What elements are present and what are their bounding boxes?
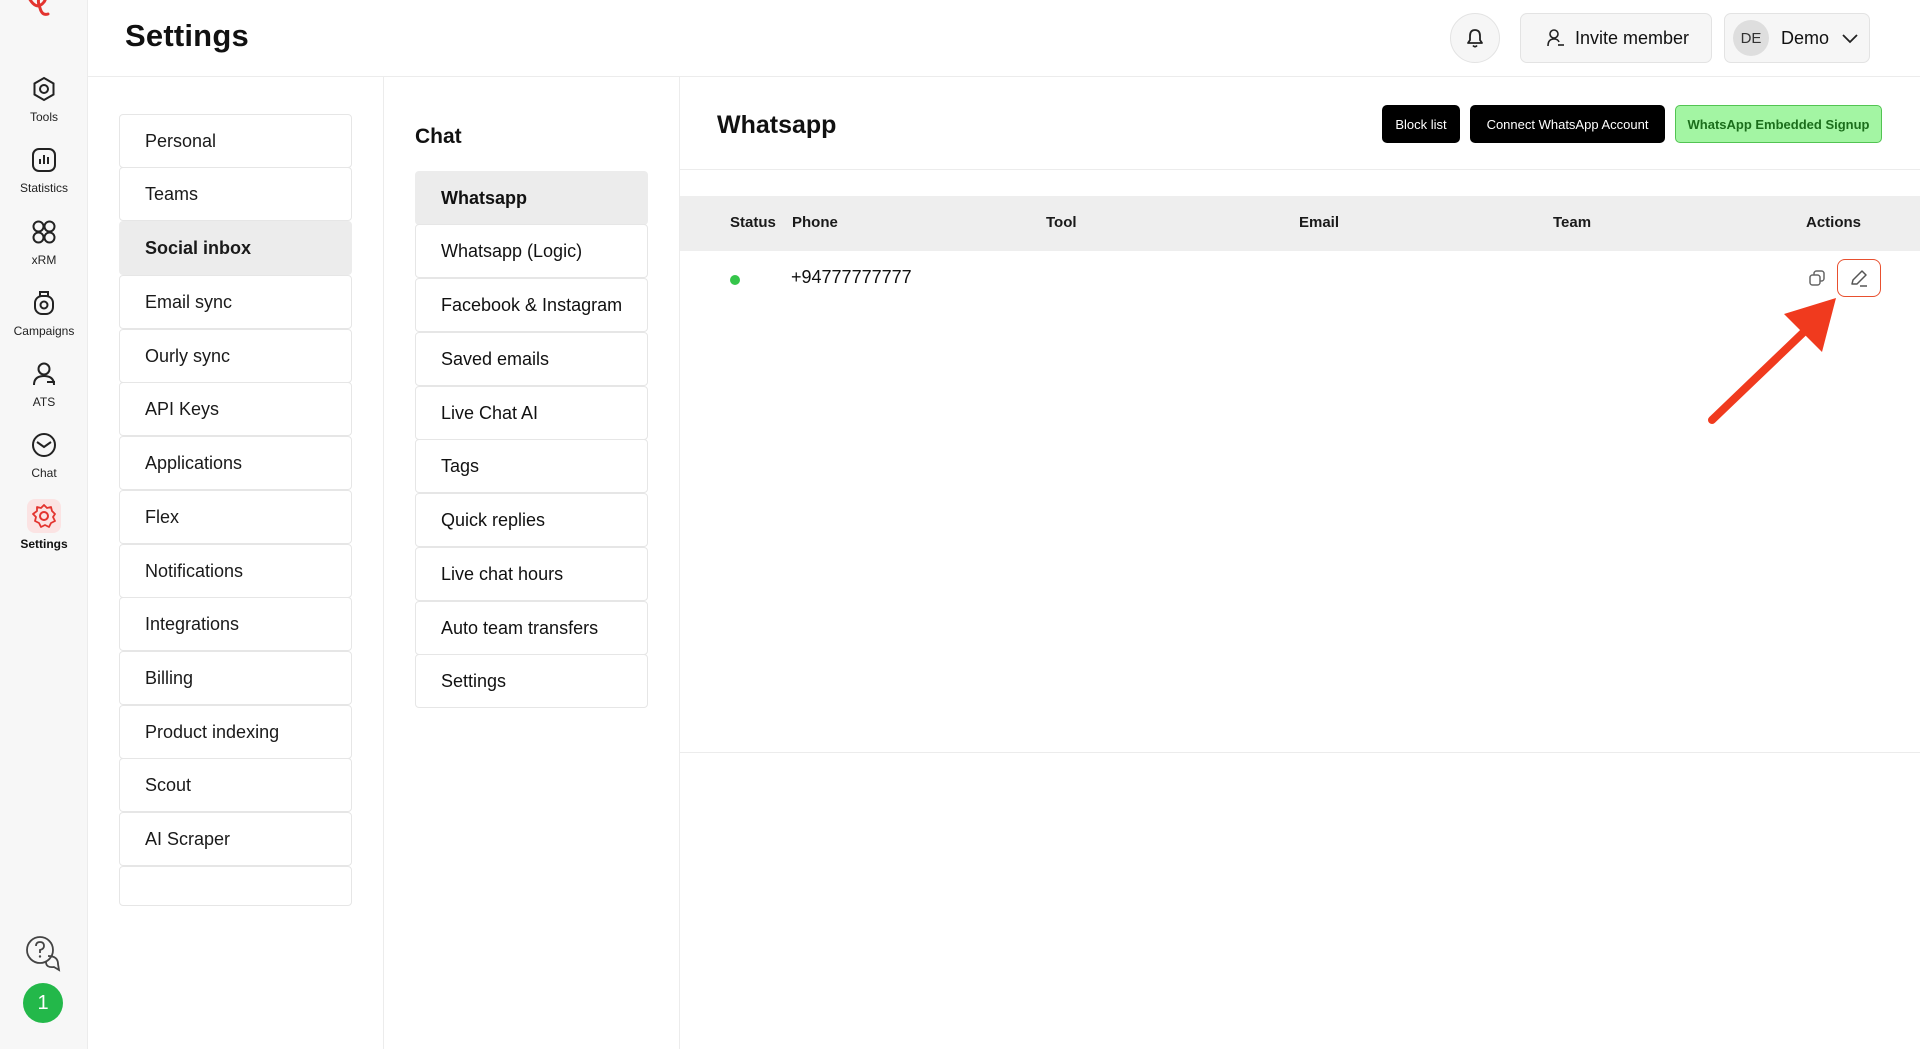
connect-whatsapp-button[interactable]: Connect WhatsApp Account xyxy=(1470,105,1665,143)
submenu-settings[interactable]: Settings xyxy=(415,654,648,708)
settings-nav-integrations[interactable]: Integrations xyxy=(119,597,352,651)
copy-icon xyxy=(1809,270,1825,286)
pencil-icon xyxy=(1851,270,1867,287)
rail-label: ATS xyxy=(32,395,56,409)
rail-item-settings[interactable]: Settings xyxy=(0,499,88,559)
settings-nav-more[interactable] xyxy=(119,866,352,906)
rail-label: Chat xyxy=(31,466,57,480)
logo-icon xyxy=(28,0,50,16)
settings-nav-scout[interactable]: Scout xyxy=(119,758,352,812)
table-header: Status Phone Tool Email Team Actions xyxy=(680,196,1920,251)
settings-nav-product-indexing[interactable]: Product indexing xyxy=(119,705,352,759)
user-menu-button[interactable]: DE Demo xyxy=(1724,13,1870,63)
campaigns-icon xyxy=(27,286,61,320)
settings-nav-social-inbox[interactable]: Social inbox xyxy=(119,221,352,275)
settings-nav-teams[interactable]: Teams xyxy=(119,167,352,221)
phone-cell: +94777777777 xyxy=(791,267,912,287)
column-header-tool: Tool xyxy=(1046,214,1077,231)
chat-icon xyxy=(27,428,61,462)
settings-nav-flex[interactable]: Flex xyxy=(119,490,352,544)
rail-item-xrm[interactable]: xRM xyxy=(0,215,88,275)
statistics-icon xyxy=(27,143,61,177)
settings-nav-ourly-sync[interactable]: Ourly sync xyxy=(119,329,352,383)
column-header-phone: Phone xyxy=(792,214,838,231)
xrm-icon xyxy=(27,215,61,249)
top-header: Settings Invite member DE Demo xyxy=(88,0,1920,77)
invite-member-button[interactable]: Invite member xyxy=(1520,13,1712,63)
whatsapp-panel: Whatsapp Block list Connect WhatsApp Acc… xyxy=(680,77,1920,753)
submenu-whatsapp-logic[interactable]: Whatsapp (Logic) xyxy=(415,224,648,278)
settings-nav-api-keys[interactable]: API Keys xyxy=(119,382,352,436)
submenu-heading: Chat xyxy=(415,125,462,148)
column-header-actions: Actions xyxy=(1806,214,1862,231)
rail-item-ats[interactable]: ATS xyxy=(0,357,88,417)
table-row: +94777777777 xyxy=(680,251,1920,305)
rail-label: Campaigns xyxy=(13,324,75,338)
settings-nav-notifications[interactable]: Notifications xyxy=(119,544,352,598)
submenu-auto-team-transfers[interactable]: Auto team transfers xyxy=(415,601,648,655)
divider xyxy=(680,169,1920,170)
user-add-icon xyxy=(1547,29,1564,47)
submenu-live-chat-ai[interactable]: Live Chat AI xyxy=(415,386,648,440)
whatsapp-embedded-signup-button[interactable]: WhatsApp Embedded Signup xyxy=(1675,105,1882,143)
column-header-status: Status xyxy=(730,214,776,231)
submenu-live-chat-hours[interactable]: Live chat hours xyxy=(415,547,648,601)
chat-submenu: Chat Whatsapp Whatsapp (Logic) Facebook … xyxy=(384,77,680,1049)
tools-icon xyxy=(27,72,61,106)
invite-label: Invite member xyxy=(1575,27,1690,48)
column-header-email: Email xyxy=(1299,214,1340,231)
rail-label: Statistics xyxy=(19,181,68,195)
panel-title: Whatsapp xyxy=(717,111,837,139)
rail-label: Settings xyxy=(20,537,68,551)
settings-nav-ai-scraper[interactable]: AI Scraper xyxy=(119,812,352,866)
user-avatar-badge[interactable]: 1 xyxy=(23,983,63,1023)
settings-nav-email-sync[interactable]: Email sync xyxy=(119,275,352,329)
submenu-quick-replies[interactable]: Quick replies xyxy=(415,493,648,547)
settings-nav-applications[interactable]: Applications xyxy=(119,436,352,490)
block-list-button[interactable]: Block list xyxy=(1382,105,1460,143)
rail-label: Tools xyxy=(29,110,58,124)
left-rail: Tools Statistics xRM Campaigns ATS Chat xyxy=(0,0,88,1049)
column-header-team: Team xyxy=(1553,214,1592,231)
settings-nav-personal[interactable]: Personal xyxy=(119,114,352,168)
submenu-facebook-instagram[interactable]: Facebook & Instagram xyxy=(415,278,648,332)
rail-label: xRM xyxy=(31,253,57,267)
submenu-saved-emails[interactable]: Saved emails xyxy=(415,332,648,386)
submenu-whatsapp[interactable]: Whatsapp xyxy=(415,171,648,225)
rail-item-chat[interactable]: Chat xyxy=(0,428,88,488)
copy-button[interactable] xyxy=(1804,265,1830,291)
edit-button[interactable] xyxy=(1837,259,1881,297)
settings-nav-billing[interactable]: Billing xyxy=(119,651,352,705)
avatar: DE xyxy=(1733,20,1769,56)
help-chat-icon[interactable] xyxy=(24,934,62,972)
page-title: Settings xyxy=(125,18,249,53)
ats-icon xyxy=(27,357,61,391)
settings-nav: Personal Teams Social inbox Email sync O… xyxy=(88,77,384,1049)
status-active-dot xyxy=(730,275,740,285)
user-name: Demo xyxy=(1781,27,1830,48)
rail-item-statistics[interactable]: Statistics xyxy=(0,143,88,203)
rail-item-campaigns[interactable]: Campaigns xyxy=(0,286,88,346)
chevron-down-icon xyxy=(1842,34,1858,44)
submenu-tags[interactable]: Tags xyxy=(415,439,648,493)
settings-icon xyxy=(27,499,61,533)
notifications-button[interactable] xyxy=(1450,13,1500,63)
bell-icon xyxy=(1467,29,1483,48)
rail-item-tools[interactable]: Tools xyxy=(0,72,88,132)
